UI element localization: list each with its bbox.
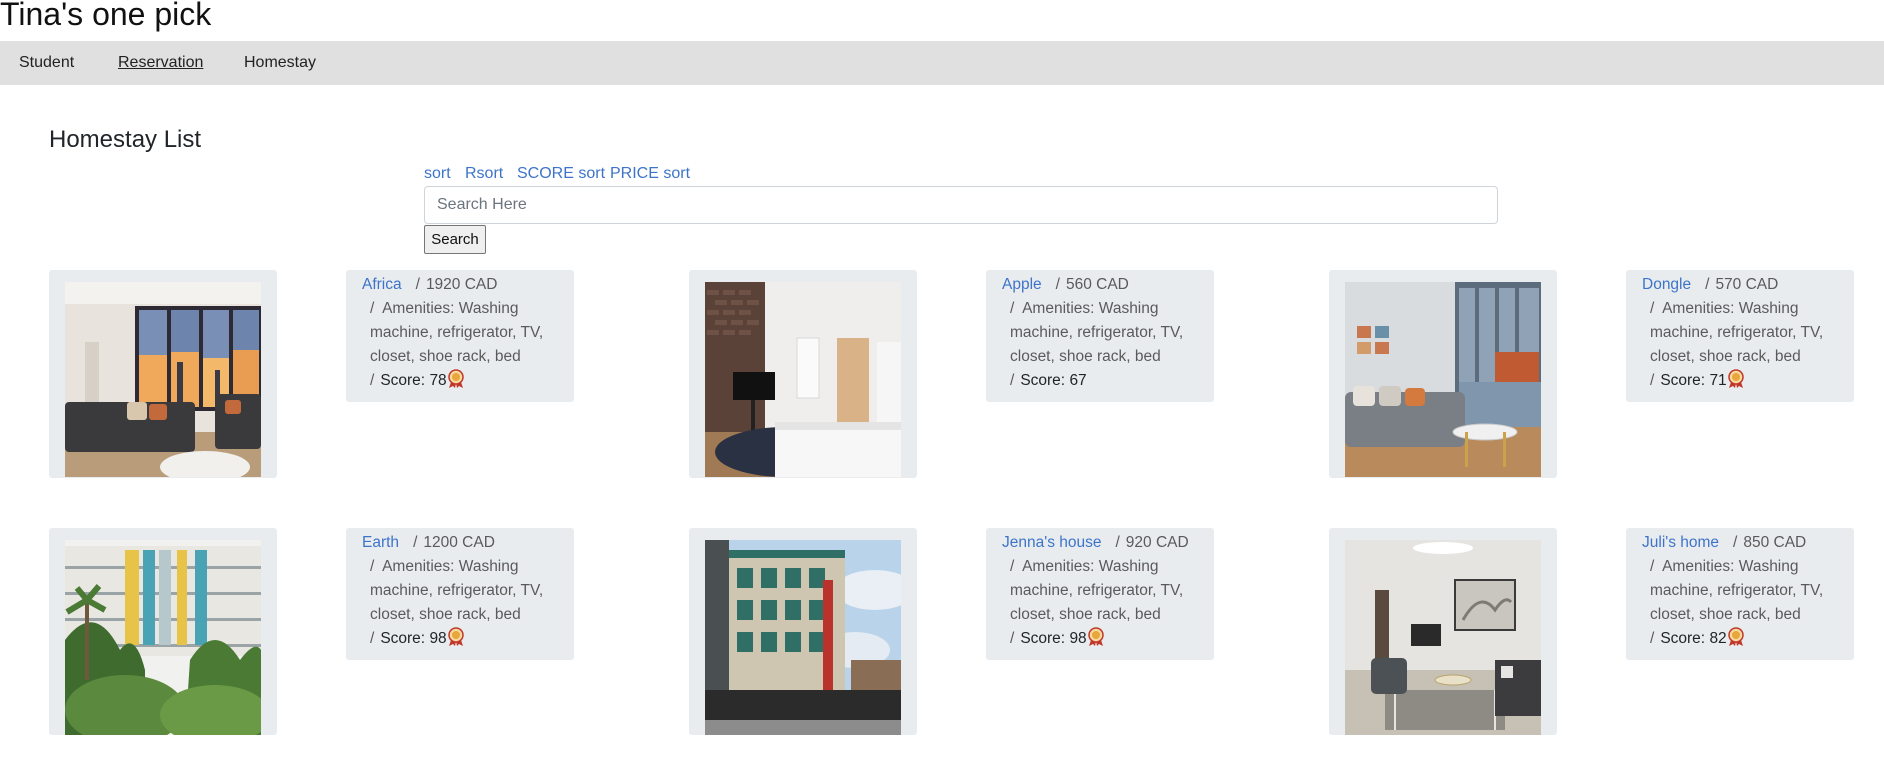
price-sort-link[interactable]: PRICE sort — [610, 165, 690, 183]
homestay-info-card: Apple/560 CAD / Amenities: Washing machi… — [986, 270, 1214, 402]
rsort-link[interactable]: Rsort — [465, 165, 503, 183]
homestay-amenities: / Amenities: Washing machine, refrigerat… — [1010, 300, 1184, 365]
homestay-price: 920 CAD — [1125, 534, 1189, 551]
score-value: 82 — [1709, 630, 1727, 647]
homestay-amenities: / Amenities: Washing machine, refrigerat… — [1010, 558, 1184, 623]
homestay-photo[interactable] — [65, 282, 261, 477]
nav-item-student[interactable]: Student — [19, 54, 74, 72]
site-title: Tina's one pick — [0, 0, 212, 32]
homestay-title-line: Juli's home/850 CAD — [1642, 534, 1807, 551]
homestay-photo[interactable] — [1345, 282, 1541, 477]
homestay-price: 1200 CAD — [423, 534, 495, 551]
homestay-price: 850 CAD — [1743, 534, 1807, 551]
homestay-photo[interactable] — [65, 540, 261, 735]
award-badge-icon — [1727, 627, 1744, 655]
homestay-name-link[interactable]: Dongle — [1642, 276, 1691, 293]
homestay-title-line: Earth/1200 CAD — [362, 534, 495, 551]
homestay-price: 1920 CAD — [425, 276, 498, 293]
homestay-amenities: / Amenities: Washing machine, refrigerat… — [370, 300, 544, 365]
homestay-name-link[interactable]: Jenna's house — [1002, 534, 1101, 551]
homestay-amenities: / Amenities: Washing machine, refrigerat… — [1650, 300, 1824, 365]
homestay-score: / Score: 98 — [370, 627, 464, 655]
homestay-name-link[interactable]: Juli's home — [1642, 534, 1719, 551]
homestay-amenities: / Amenities: Washing machine, refrigerat… — [1650, 558, 1824, 623]
homestay-title-line: Apple/560 CAD — [1002, 276, 1129, 293]
homestay-name-link[interactable]: Africa — [362, 276, 402, 293]
search-input[interactable] — [424, 186, 1498, 224]
search-button[interactable]: Search — [424, 225, 486, 254]
score-value: 71 — [1709, 372, 1727, 389]
homestay-photo-card — [1329, 528, 1557, 735]
homestay-photo[interactable] — [705, 282, 901, 477]
homestay-info-card: Jenna's house/920 CAD / Amenities: Washi… — [986, 528, 1214, 660]
homestay-score: / Score: 78 — [370, 369, 464, 397]
homestay-score: / Score: 98 — [1010, 627, 1104, 655]
homestay-score: / Score: 67 — [1010, 372, 1087, 389]
award-badge-icon — [447, 369, 464, 397]
homestay-photo-card — [689, 528, 917, 735]
homestay-photo-card — [49, 528, 277, 735]
homestay-name-link[interactable]: Apple — [1002, 276, 1042, 293]
homestay-photo-card — [49, 270, 277, 478]
homestay-score: / Score: 71 — [1650, 369, 1744, 397]
nav-item-homestay[interactable]: Homestay — [244, 54, 316, 72]
award-badge-icon — [1087, 627, 1104, 655]
page-heading: Homestay List — [49, 126, 202, 153]
homestay-price: 570 CAD — [1715, 276, 1779, 293]
homestay-info-card: Dongle/570 CAD / Amenities: Washing mach… — [1626, 270, 1854, 402]
score-value: 98 — [429, 630, 447, 647]
homestay-info-card: Earth/1200 CAD / Amenities: Washing mach… — [346, 528, 574, 660]
homestay-info-card: Africa/1920 CAD / Amenities: Washing mac… — [346, 270, 574, 402]
score-value: 78 — [429, 372, 447, 389]
award-badge-icon — [1727, 369, 1744, 397]
award-badge-icon — [447, 627, 464, 655]
navbar: Student Reservation Homestay — [0, 41, 1884, 85]
homestay-photo[interactable] — [1345, 540, 1541, 735]
homestay-info-card: Juli's home/850 CAD / Amenities: Washing… — [1626, 528, 1854, 660]
homestay-title-line: Jenna's house/920 CAD — [1002, 534, 1189, 551]
sort-link[interactable]: sort — [424, 165, 451, 183]
nav-item-reservation[interactable]: Reservation — [118, 54, 203, 72]
score-value: 67 — [1069, 372, 1087, 389]
score-sort-link[interactable]: SCORE sort — [517, 165, 605, 183]
homestay-title-line: Africa/1920 CAD — [362, 276, 498, 293]
homestay-price: 560 CAD — [1065, 276, 1129, 293]
score-value: 98 — [1069, 630, 1087, 647]
homestay-photo-card — [1329, 270, 1557, 478]
homestay-amenities: / Amenities: Washing machine, refrigerat… — [370, 558, 544, 623]
homestay-name-link[interactable]: Earth — [362, 534, 399, 551]
homestay-score: / Score: 82 — [1650, 627, 1744, 655]
homestay-photo[interactable] — [705, 540, 901, 735]
homestay-photo-card — [689, 270, 917, 478]
homestay-title-line: Dongle/570 CAD — [1642, 276, 1779, 293]
